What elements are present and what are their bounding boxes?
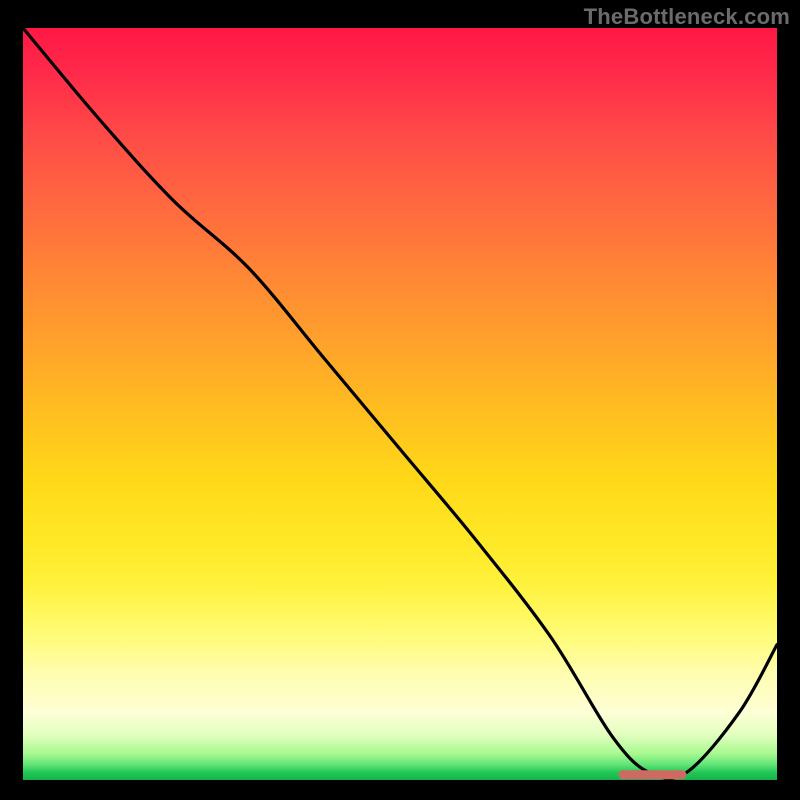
chart-frame <box>15 28 785 788</box>
bottleneck-curve <box>23 28 777 780</box>
chart-gradient-bg <box>23 28 777 780</box>
optimal-marker <box>23 28 777 780</box>
watermark-text: TheBottleneck.com <box>584 4 790 30</box>
